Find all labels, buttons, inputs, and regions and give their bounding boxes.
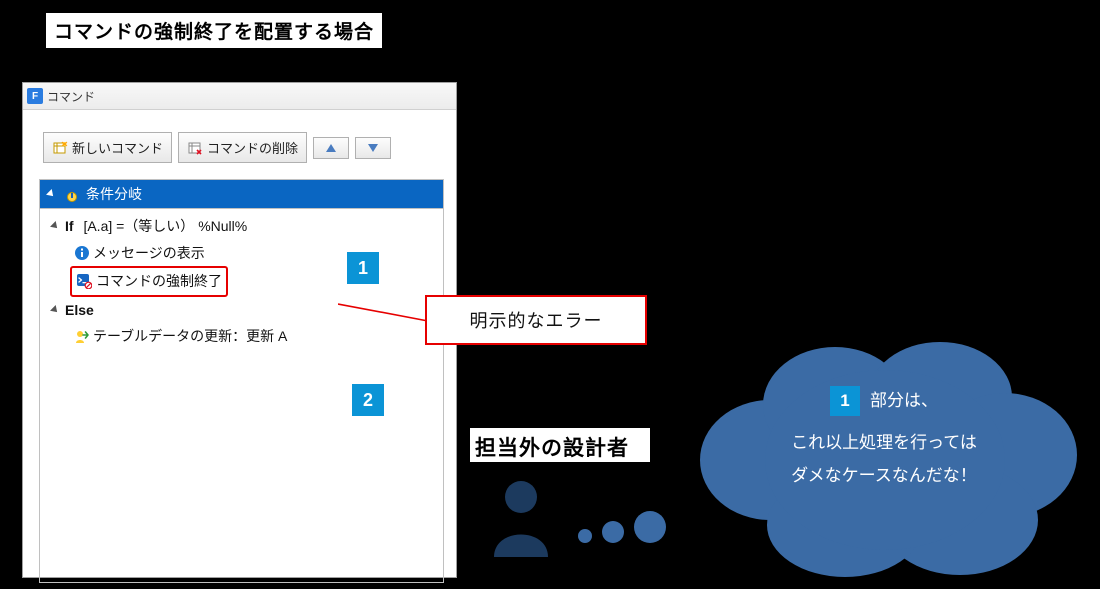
if-condition: [A.a] =（等しい） %Null% <box>83 213 247 240</box>
new-command-button[interactable]: 新しいコマンド <box>43 132 172 163</box>
cloud-line1-suffix: 部分は、 <box>870 385 938 417</box>
cloud-line2: これ以上処理を行っては <box>729 427 1039 459</box>
delete-command-button[interactable]: コマンドの削除 <box>178 132 307 163</box>
expand-icon <box>46 189 56 199</box>
delete-command-label: コマンドの削除 <box>207 138 298 157</box>
callout-text: 明示的なエラー <box>470 307 603 333</box>
info-icon <box>74 245 90 261</box>
move-down-button[interactable] <box>355 137 391 159</box>
callout-box: 明示的なエラー <box>425 295 647 345</box>
delete-command-icon <box>187 140 203 156</box>
branch-icon <box>64 186 80 202</box>
cloud-badge-1: 1 <box>830 386 860 416</box>
tree-root-label: 条件分岐 <box>86 184 142 204</box>
window-title: コマンド <box>47 88 95 105</box>
if-keyword: If <box>65 213 74 240</box>
tree-root-row[interactable]: 条件分岐 <box>40 180 443 209</box>
badge-2: 2 <box>352 384 384 416</box>
diagram-title: コマンドの強制終了を配置する場合 <box>46 13 382 48</box>
update-table-icon <box>74 329 90 345</box>
thought-dots <box>578 511 666 543</box>
designer-label: 担当外の設計者 <box>475 432 629 462</box>
command-window: F コマンド 新しいコマンド <box>22 82 457 578</box>
app-icon: F <box>27 88 43 104</box>
force-stop-row[interactable]: コマンドの強制終了 <box>40 266 443 297</box>
expand-icon <box>50 305 60 315</box>
arrow-up-icon <box>325 143 337 153</box>
cloud-content: 1 部分は、 これ以上処理を行っては ダメなケースなんだな！ <box>729 385 1039 492</box>
update-row[interactable]: テーブルデータの更新：更新 A <box>40 323 443 350</box>
else-row[interactable]: Else <box>40 297 443 324</box>
thought-cloud: 1 部分は、 これ以上処理を行っては ダメなケースなんだな！ <box>675 335 1085 580</box>
force-stop-icon <box>76 273 92 289</box>
thought-dot <box>578 529 592 543</box>
tree-body: If [A.a] =（等しい） %Null% メッセージの表示 <box>40 209 443 350</box>
toolbar: 新しいコマンド コマンドの削除 <box>23 110 456 173</box>
thought-dot <box>634 511 666 543</box>
thought-dot <box>602 521 624 543</box>
new-command-icon <box>52 140 68 156</box>
expand-icon <box>50 221 60 231</box>
move-up-button[interactable] <box>313 137 349 159</box>
msg-display-row[interactable]: メッセージの表示 <box>40 240 443 267</box>
cloud-line3: ダメなケースなんだな！ <box>729 460 1039 492</box>
update-row-label: テーブルデータの更新：更新 A <box>93 323 287 350</box>
person-icon <box>486 477 556 557</box>
msg-display-label: メッセージの表示 <box>93 240 205 267</box>
force-stop-label: コマンドの強制終了 <box>96 268 222 295</box>
else-keyword: Else <box>65 297 94 324</box>
badge-1: 1 <box>347 252 379 284</box>
arrow-down-icon <box>367 143 379 153</box>
window-titlebar: F コマンド <box>23 83 456 110</box>
new-command-label: 新しいコマンド <box>72 138 163 157</box>
if-row[interactable]: If [A.a] =（等しい） %Null% <box>40 213 443 240</box>
highlight-box: コマンドの強制終了 <box>70 266 228 297</box>
command-tree: 条件分岐 If [A.a] =（等しい） %Null% メッセージの表示 <box>39 179 444 583</box>
